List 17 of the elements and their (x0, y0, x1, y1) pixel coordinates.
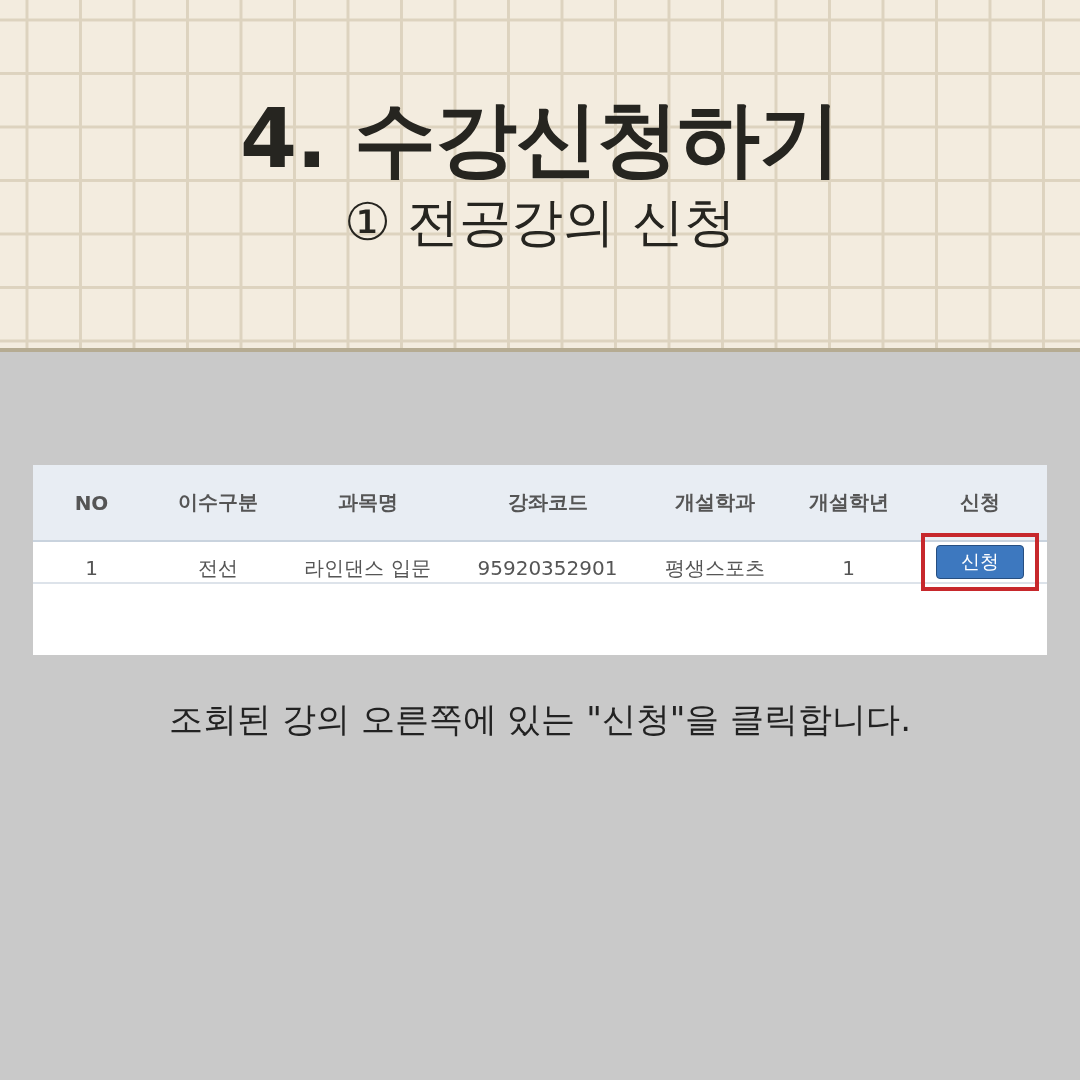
table-cell-text: 1 (841, 556, 856, 580)
column-header: NO (73, 490, 110, 515)
table-cell-text: 라인댄스 입문 (303, 554, 432, 582)
column-header: 개설학년 (807, 489, 890, 516)
column-header: 강좌코드 (506, 489, 589, 516)
apply-button[interactable]: 신청 (935, 545, 1024, 579)
page-title: 4. 수강신청하기 (240, 98, 840, 180)
column-header: 이수구분 (176, 489, 259, 516)
table-cell-text: 평생스포츠 (664, 554, 766, 582)
column-header: 과목명 (336, 489, 399, 516)
column-header: 신청 (958, 489, 1001, 516)
page-subtitle: ① 전공강의 신청 (344, 194, 736, 252)
instruction-text: 조회된 강의 오른쪽에 있는 "신청"을 클릭합니다. (167, 698, 913, 741)
column-header: 개설학과 (674, 489, 756, 516)
table-cell-text: 전선 (196, 554, 239, 582)
table-cell-text: 95920352901 (476, 556, 619, 580)
table-cell-text: 1 (84, 556, 99, 580)
